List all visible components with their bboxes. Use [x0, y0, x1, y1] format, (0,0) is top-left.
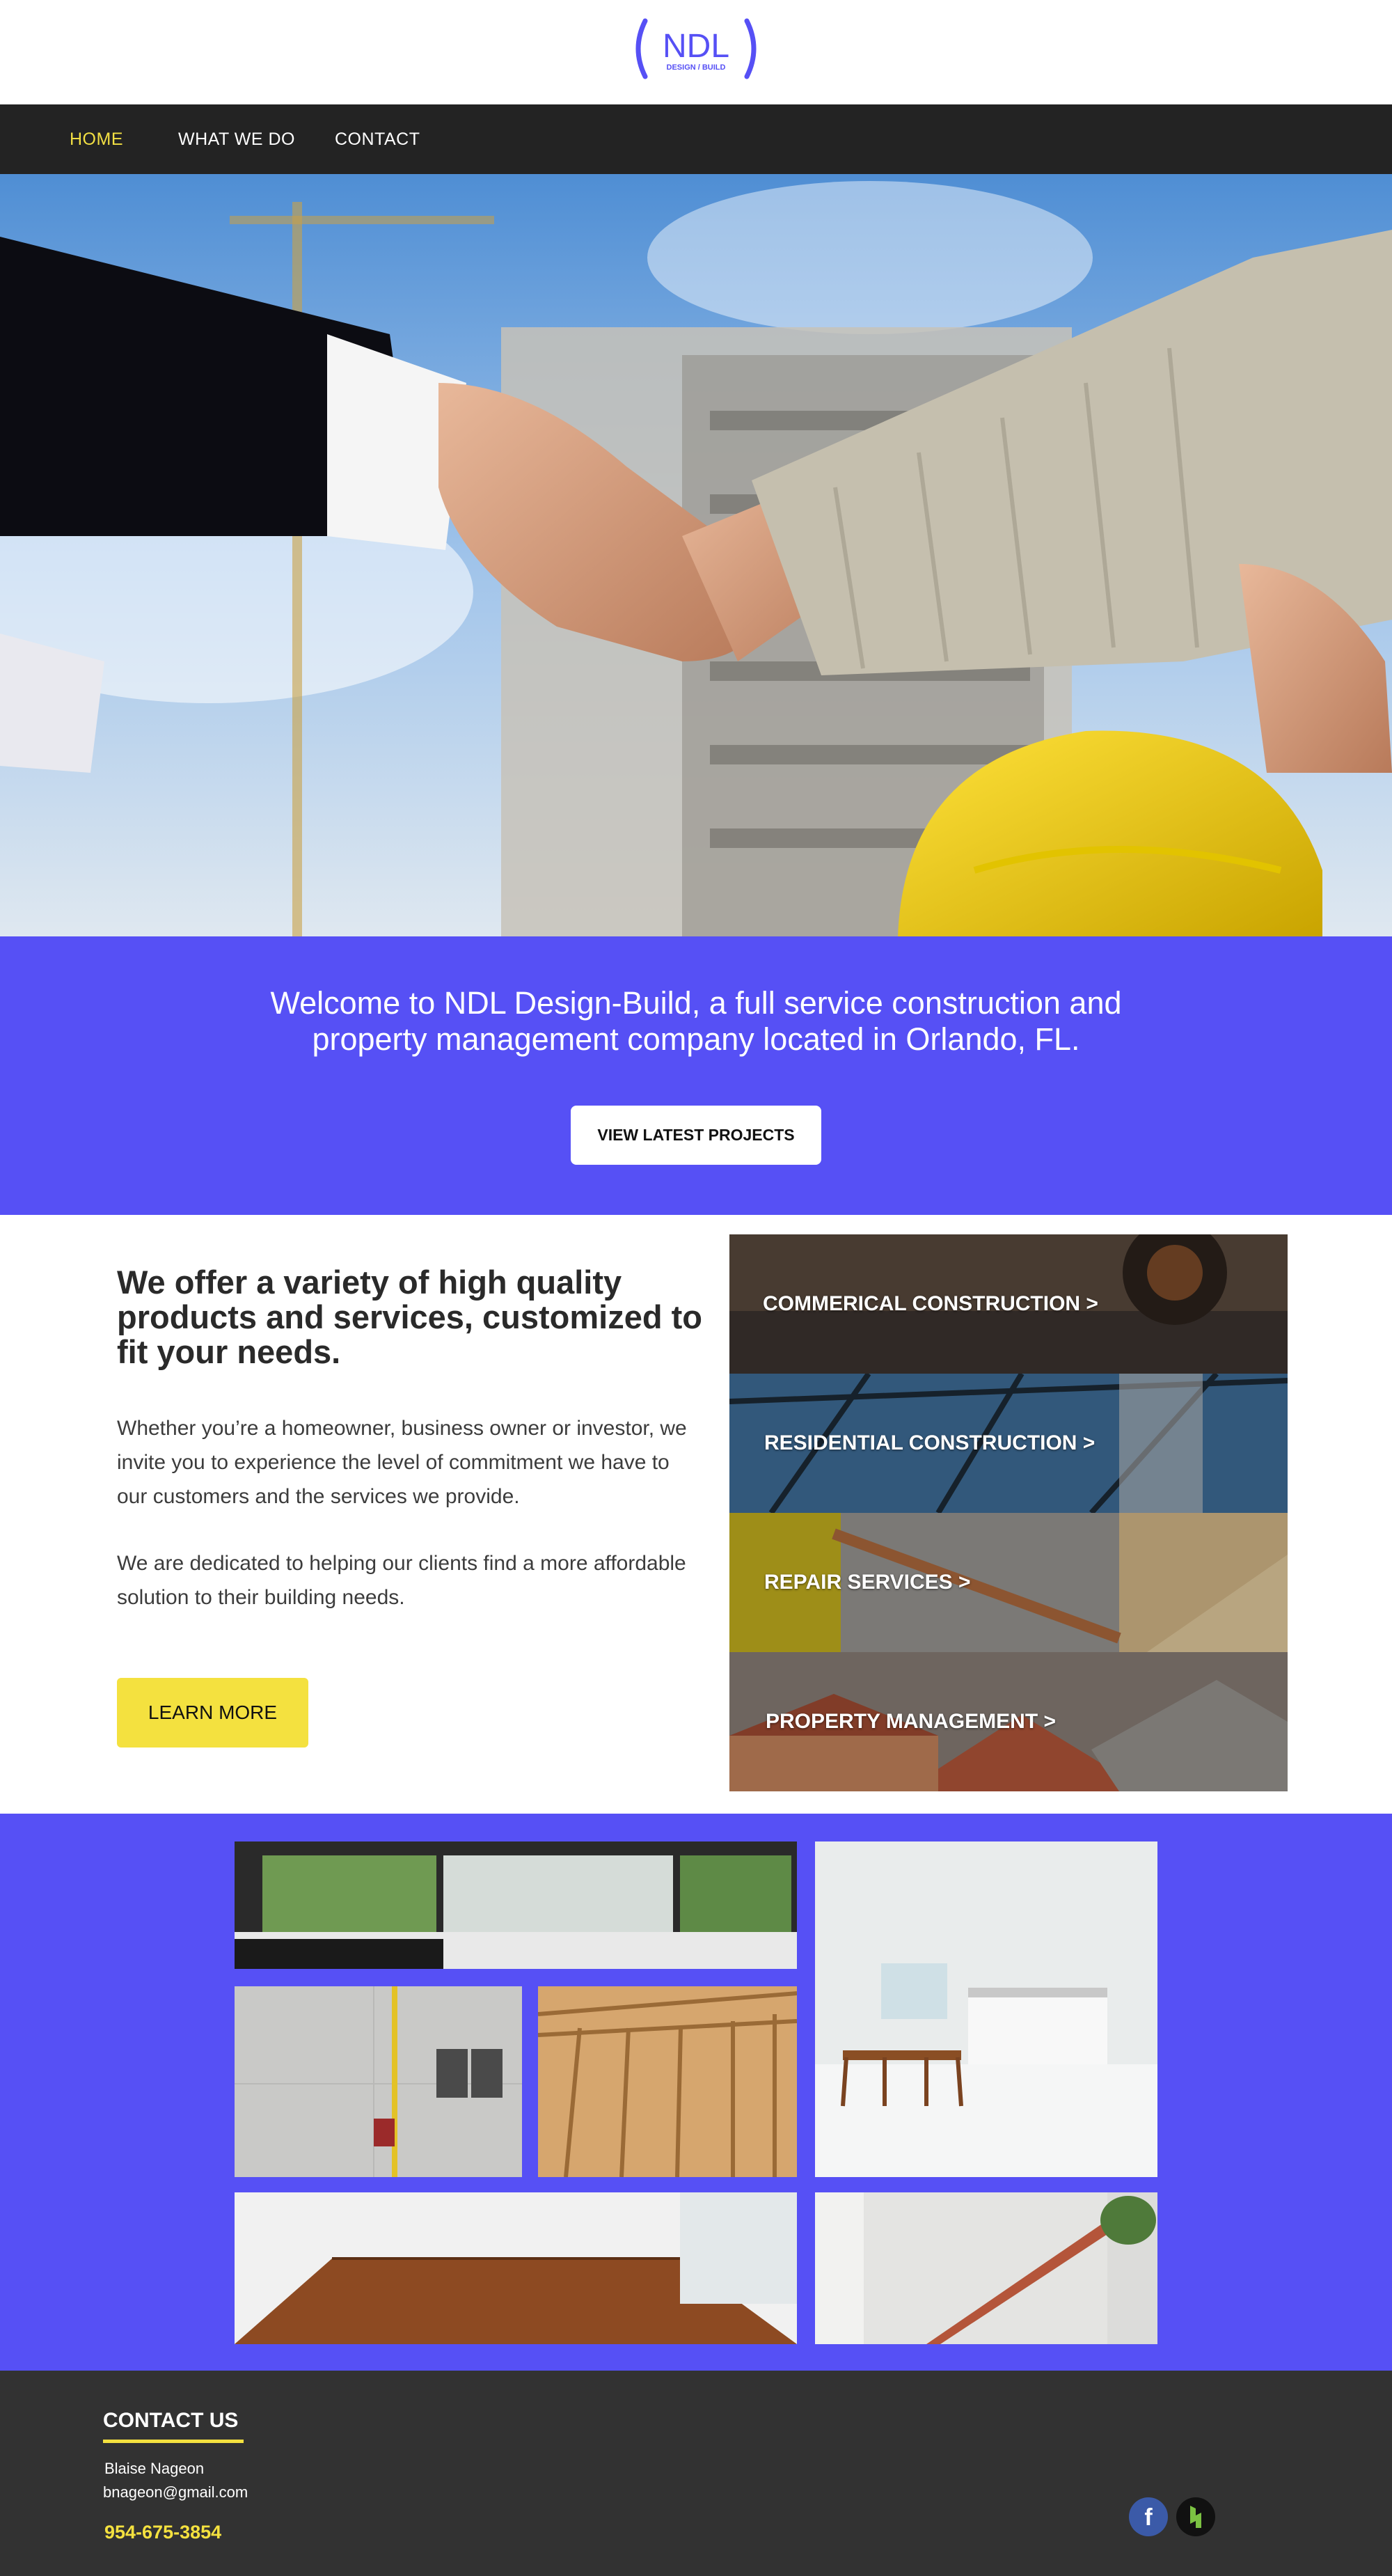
facebook-icon[interactable]: f: [1129, 2497, 1168, 2536]
parquet-floor-room-photo: [235, 2192, 797, 2344]
houzz-icon[interactable]: [1176, 2497, 1215, 2536]
learn-more-button[interactable]: LEARN MORE: [117, 1678, 308, 1748]
utility-meters-photo: [235, 1986, 522, 2177]
tile-label: PROPERTY MANAGEMENT >: [766, 1710, 1056, 1733]
contact-name: Blaise Nageon: [104, 2460, 205, 2477]
handshake-photo: [0, 174, 1392, 936]
gallery-image-wood-framing[interactable]: [538, 1986, 797, 2177]
tile-property-management[interactable]: PROPERTY MANAGEMENT >: [729, 1652, 1288, 1791]
services-section: We offer a variety of high quality produ…: [0, 1215, 1392, 1814]
service-tiles: COMMERICAL CONSTRUCTION > RESIDENTIAL CO…: [729, 1234, 1288, 1791]
gallery-image-parquet-room[interactable]: [235, 2192, 797, 2344]
modern-kitchen-photo: [235, 1841, 797, 1969]
staircase-interior-photo: [815, 2192, 1157, 2344]
view-latest-projects-button[interactable]: VIEW LATEST PROJECTS: [571, 1106, 821, 1165]
svg-text:f: f: [1144, 2504, 1153, 2531]
wood-framing-photo: [538, 1986, 797, 2177]
tile-commercial-construction[interactable]: COMMERICAL CONSTRUCTION >: [729, 1234, 1288, 1374]
ndl-logo[interactable]: NDL DESIGN / BUILD: [630, 17, 762, 81]
tile-residential-construction[interactable]: RESIDENTIAL CONSTRUCTION >: [729, 1374, 1288, 1513]
gallery-image-utility-meters[interactable]: [235, 1986, 522, 2177]
services-heading: We offer a variety of high quality produ…: [117, 1264, 702, 1370]
gallery-image-dining-room[interactable]: [815, 1841, 1157, 2177]
hero-image: [0, 174, 1392, 936]
project-gallery: [0, 1814, 1392, 2371]
main-nav: HOME WHAT WE DO CONTACT: [0, 104, 1392, 174]
gallery-image-kitchen[interactable]: [235, 1841, 797, 1969]
tile-label: REPAIR SERVICES >: [764, 1571, 971, 1594]
welcome-band: Welcome to NDL Design-Build, a full serv…: [0, 936, 1392, 1215]
contact-phone[interactable]: 954-675-3854: [104, 2522, 221, 2543]
site-header: NDL DESIGN / BUILD: [0, 0, 1392, 104]
contact-title-underline: [103, 2440, 244, 2443]
gallery-image-staircase[interactable]: [815, 2192, 1157, 2344]
nav-item-what-we-do[interactable]: WHAT WE DO: [178, 104, 295, 174]
white-dining-room-photo: [815, 1841, 1157, 2177]
welcome-text: Welcome to NDL Design-Build, a full serv…: [270, 985, 1122, 1057]
nav-item-contact[interactable]: CONTACT: [335, 104, 420, 174]
services-paragraph-2: We are dedicated to helping our clients …: [117, 1552, 686, 1609]
contact-title: CONTACT US: [103, 2409, 239, 2432]
nav-item-home[interactable]: HOME: [70, 104, 123, 174]
logo-text: NDL: [663, 28, 729, 65]
tile-repair-services[interactable]: REPAIR SERVICES >: [729, 1513, 1288, 1652]
site-footer: CONTACT US Blaise Nageon bnageon@gmail.c…: [0, 2371, 1392, 2576]
services-paragraph-1: Whether you’re a homeowner, business own…: [117, 1417, 687, 1508]
contact-email[interactable]: bnageon@gmail.com: [103, 2483, 248, 2502]
tile-label: COMMERICAL CONSTRUCTION >: [763, 1292, 1098, 1315]
tile-label: RESIDENTIAL CONSTRUCTION >: [764, 1431, 1096, 1454]
logo-subtext: DESIGN / BUILD: [667, 63, 726, 72]
